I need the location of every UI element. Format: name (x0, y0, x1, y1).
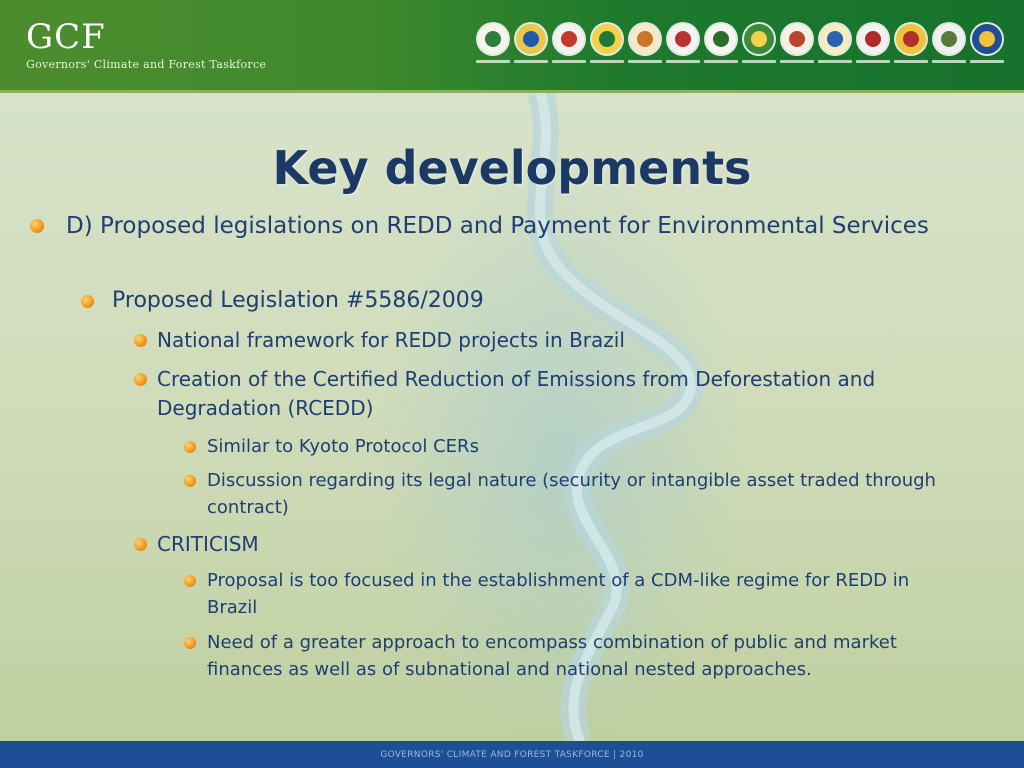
bullet-item: Creation of the Certified Reduction of E… (134, 365, 967, 423)
seal-emblem (523, 31, 539, 47)
bullet-text: Discussion regarding its legal nature (s… (207, 470, 936, 518)
bullet-item: Proposal is too focused in the establish… (184, 567, 947, 621)
seal-emblem (979, 31, 995, 47)
bullet-icon (184, 441, 196, 453)
seal-caption (970, 60, 1004, 63)
seal-3-icon (554, 24, 584, 54)
seal-4-icon (592, 24, 622, 54)
seal-emblem (599, 31, 615, 47)
bullet-text: Similar to Kyoto Protocol CERs (207, 436, 479, 457)
seal-emblem (941, 31, 957, 47)
bullet-item: Proposed Legislation #5586/2009 (81, 286, 912, 316)
bullet-icon (184, 475, 196, 487)
bullet-item: National framework for REDD projects in … (134, 326, 957, 355)
seal-13-icon (934, 24, 964, 54)
seal-8-icon (744, 24, 774, 54)
bullet-text: D) Proposed legislations on REDD and Pay… (66, 213, 929, 239)
bullet-item: Discussion regarding its legal nature (s… (184, 467, 967, 521)
bullet-icon (81, 295, 94, 308)
seal-caption (628, 60, 662, 63)
slide: GCF Governors' Climate and Forest Taskfo… (0, 0, 1024, 768)
seal-emblem (903, 31, 919, 47)
seal-emblem (789, 31, 805, 47)
bullet-icon (184, 637, 196, 649)
seal-caption (894, 60, 928, 63)
seal-caption (590, 60, 624, 63)
seal-emblem (637, 31, 653, 47)
footer-text: GOVERNORS' CLIMATE AND FOREST TASKFORCE … (380, 750, 644, 760)
seal-caption (932, 60, 966, 63)
bullet-text: Proposed Legislation #5586/2009 (112, 288, 484, 313)
seal-emblem (485, 31, 501, 47)
seal-caption (704, 60, 738, 63)
seal-14-icon (972, 24, 1002, 54)
seal-emblem (865, 31, 881, 47)
seal-emblem (751, 31, 767, 47)
gcf-logo-title: GCF (26, 17, 106, 57)
seal-5-icon (630, 24, 660, 54)
seal-10-icon (820, 24, 850, 54)
seal-12-icon (896, 24, 926, 54)
seal-caption (742, 60, 776, 63)
seal-emblem (827, 31, 843, 47)
seal-caption (666, 60, 700, 63)
seal-11-icon (858, 24, 888, 54)
seal-caption (552, 60, 586, 63)
seal-7-icon (706, 24, 736, 54)
bullet-item: Similar to Kyoto Protocol CERs (184, 433, 967, 460)
seal-2-icon (516, 24, 546, 54)
bullet-text: Creation of the Certified Reduction of E… (157, 367, 876, 420)
seal-emblem (713, 31, 729, 47)
bullet-item: CRITICISM (134, 530, 957, 559)
seal-emblem (675, 31, 691, 47)
gcf-logo-subtitle: Governors' Climate and Forest Taskforce (26, 58, 267, 71)
header-divider (0, 90, 1024, 93)
bullet-text: National framework for REDD projects in … (157, 328, 625, 352)
seal-9-icon (782, 24, 812, 54)
bullet-icon (134, 373, 147, 386)
bullet-icon (134, 334, 147, 347)
member-seals (470, 24, 1010, 74)
bullet-icon (184, 575, 196, 587)
seal-emblem (561, 31, 577, 47)
seal-caption (780, 60, 814, 63)
seal-caption (818, 60, 852, 63)
slide-title: Key developments (272, 141, 752, 195)
seal-caption (856, 60, 890, 63)
bullet-text: Proposal is too focused in the establish… (207, 570, 910, 618)
bullet-item: Need of a greater approach to encompass … (184, 629, 947, 683)
seal-caption (476, 60, 510, 63)
seal-caption (514, 60, 548, 63)
bullet-item: D) Proposed legislations on REDD and Pay… (30, 210, 946, 242)
bullet-icon (134, 538, 147, 551)
seal-1-icon (478, 24, 508, 54)
seal-6-icon (668, 24, 698, 54)
bullet-icon (30, 219, 44, 233)
bullet-text: CRITICISM (157, 532, 259, 556)
bullet-text: Need of a greater approach to encompass … (207, 632, 897, 680)
